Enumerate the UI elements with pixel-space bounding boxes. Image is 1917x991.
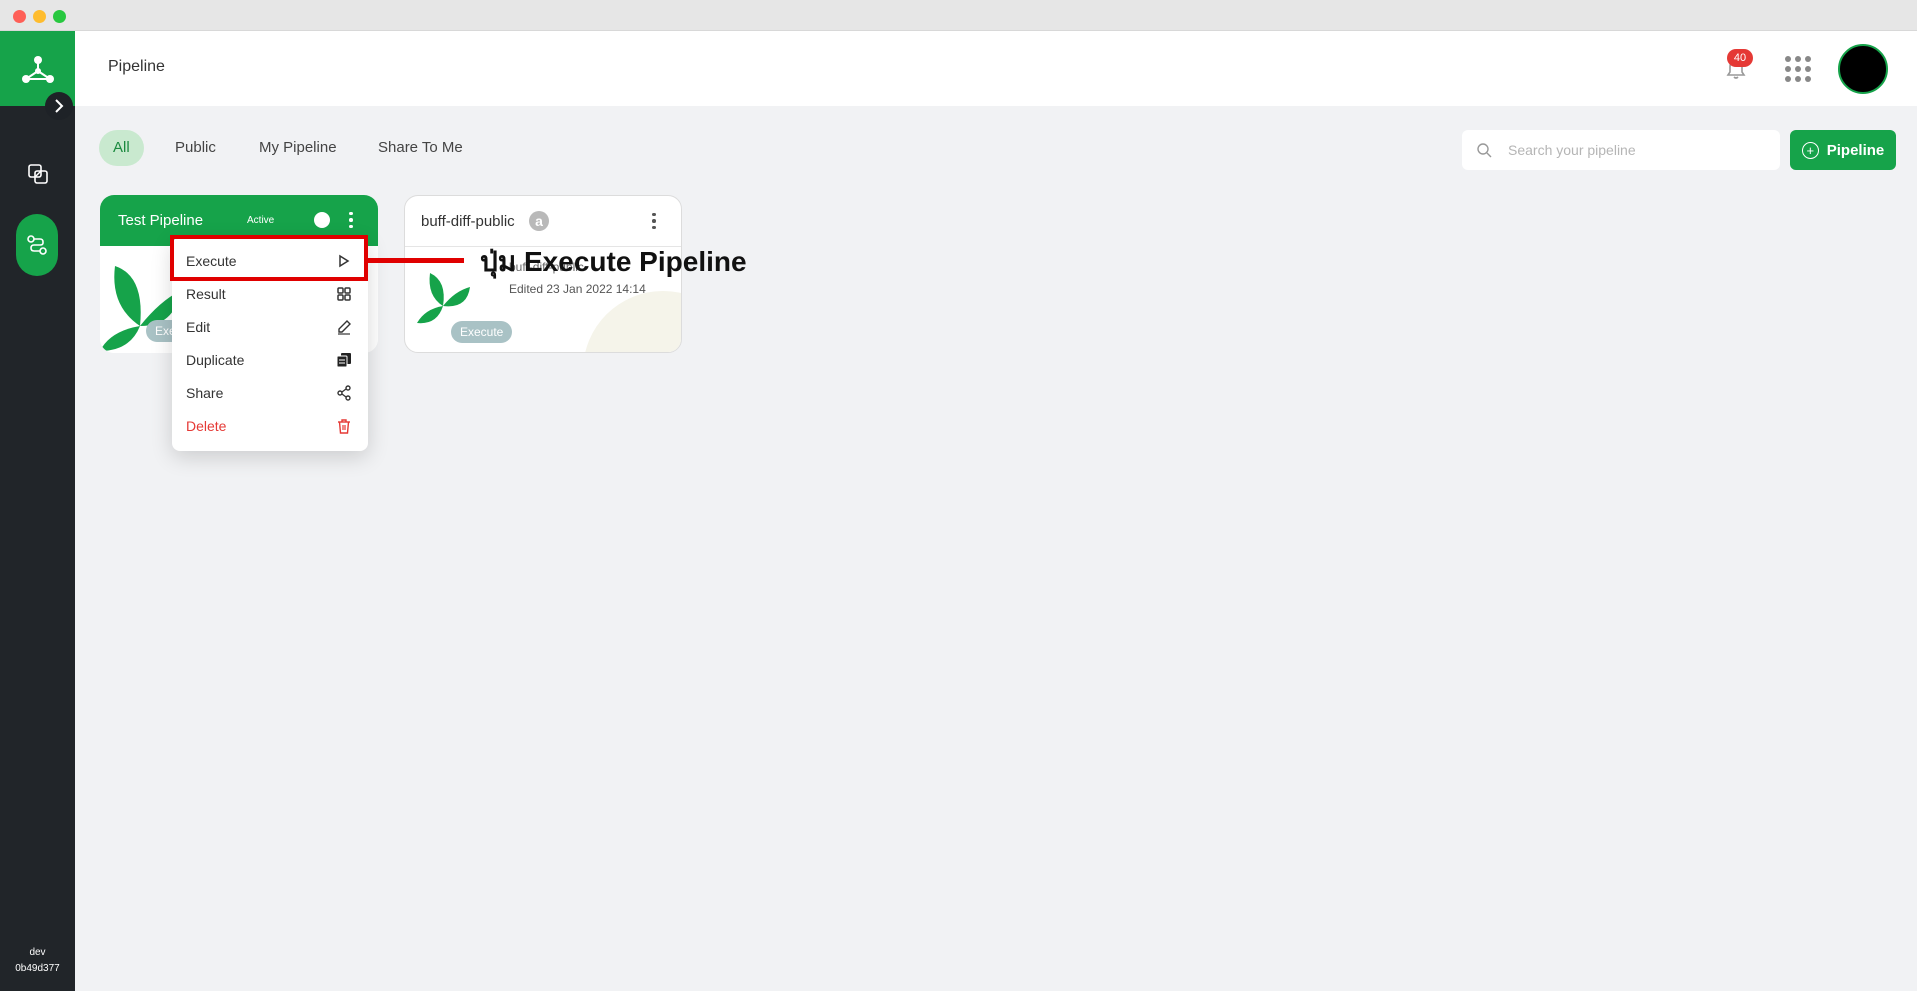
sidebar: dev 0b49d377 [0, 31, 75, 991]
sidebar-item-pipeline[interactable] [16, 214, 58, 276]
pipeline-active-toggle[interactable] [306, 211, 332, 229]
env-hash: 0b49d377 [15, 963, 60, 974]
sidebar-item-datasets[interactable] [18, 154, 58, 194]
execute-button[interactable]: Execute [451, 321, 513, 343]
more-vertical-icon [349, 211, 353, 216]
pipeline-status-label: Active [247, 215, 275, 226]
menu-item-duplicate[interactable]: Duplicate [172, 344, 368, 377]
annotation-label: ปุ่ม Execute Pipeline [480, 246, 747, 277]
top-header: Pipeline 40 [75, 31, 1917, 106]
menu-item-share[interactable]: Share [172, 377, 368, 410]
public-badge: a [529, 211, 549, 231]
duplicate-icon [336, 353, 351, 368]
chevron-right-icon [55, 99, 64, 113]
plus-circle-icon: + [1801, 141, 1819, 159]
env-name: dev [29, 947, 46, 958]
tab-all[interactable]: All [99, 130, 144, 166]
molecule-logo-icon [21, 55, 54, 83]
search-input[interactable] [1508, 130, 1768, 170]
pipeline-card-menu-button[interactable] [644, 211, 664, 231]
sidebar-expand-button[interactable] [45, 92, 73, 120]
grid-icon [1785, 56, 1791, 62]
pipeline-icon [27, 235, 47, 255]
copy-icon [28, 164, 48, 184]
apps-menu-button[interactable] [1785, 56, 1811, 82]
user-avatar[interactable] [1838, 44, 1888, 94]
pipeline-edited-date: Edited 23 Jan 2022 14:14 [509, 282, 646, 296]
window-minimize-button[interactable] [33, 10, 46, 23]
environment-info: dev 0b49d377 [0, 945, 75, 977]
tab-public[interactable]: Public [161, 130, 230, 166]
annotation-connector-line [368, 258, 464, 263]
pencil-icon [338, 320, 351, 335]
trash-icon [338, 419, 350, 434]
menu-item-result[interactable]: Result [172, 278, 368, 311]
pipeline-card-title: Test Pipeline [118, 212, 204, 229]
more-vertical-icon [652, 212, 656, 217]
tab-share-to-me[interactable]: Share To Me [364, 130, 477, 166]
add-pipeline-label: Pipeline [1826, 141, 1885, 159]
pipeline-card-title: buff-diff-public [421, 213, 515, 230]
search-icon [1477, 143, 1492, 158]
notification-count-badge: 40 [1727, 49, 1753, 67]
page-title: Pipeline [108, 58, 165, 75]
menu-item-delete[interactable]: Delete [172, 410, 368, 443]
share-icon [337, 385, 351, 401]
add-pipeline-button[interactable]: + Pipeline [1790, 130, 1896, 170]
tab-my-pipeline[interactable]: My Pipeline [245, 130, 351, 166]
annotation-highlight-box [170, 235, 368, 281]
window-close-button[interactable] [13, 10, 26, 23]
window-maximize-button[interactable] [53, 10, 66, 23]
grid-icon [337, 287, 351, 301]
window-titlebar [0, 0, 1917, 31]
menu-item-edit[interactable]: Edit [172, 311, 368, 344]
pipeline-card-menu-button[interactable] [341, 210, 361, 230]
search-box [1462, 130, 1780, 170]
